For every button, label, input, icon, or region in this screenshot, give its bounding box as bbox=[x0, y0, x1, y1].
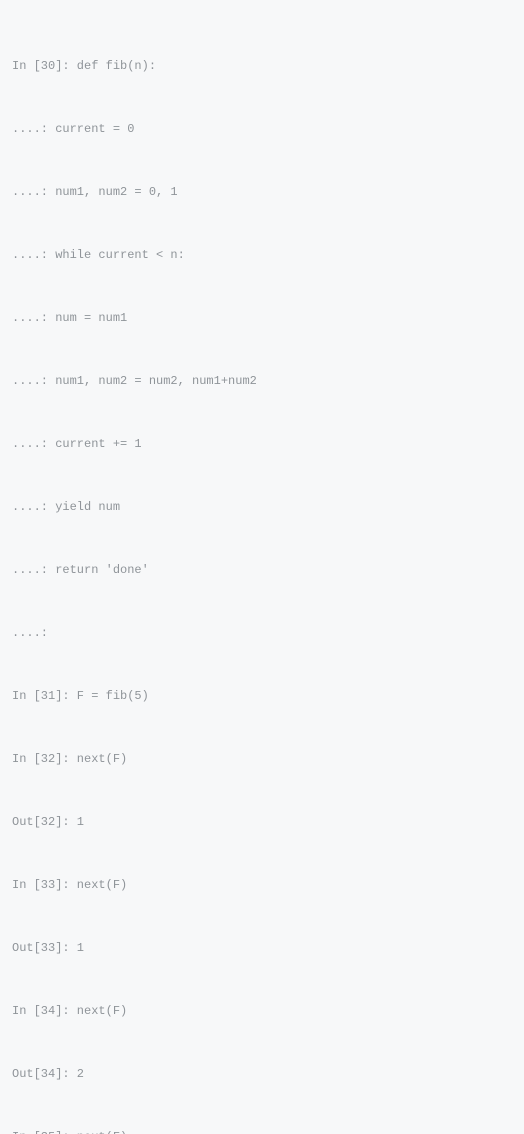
code-line: ....: current += 1 bbox=[12, 434, 512, 455]
code-line: In [31]: F = fib(5) bbox=[12, 686, 512, 707]
code-line: In [33]: next(F) bbox=[12, 875, 512, 896]
code-line: ....: num = num1 bbox=[12, 308, 512, 329]
code-line: In [32]: next(F) bbox=[12, 749, 512, 770]
code-line: In [35]: next(F) bbox=[12, 1127, 512, 1134]
code-block: In [30]: def fib(n): ....: current = 0 .… bbox=[12, 14, 512, 1134]
code-line: In [34]: next(F) bbox=[12, 1001, 512, 1022]
code-line: Out[32]: 1 bbox=[12, 812, 512, 833]
code-line: ....: current = 0 bbox=[12, 119, 512, 140]
code-line: ....: return 'done' bbox=[12, 560, 512, 581]
code-line: Out[34]: 2 bbox=[12, 1064, 512, 1085]
code-line: ....: bbox=[12, 623, 512, 644]
code-line: Out[33]: 1 bbox=[12, 938, 512, 959]
code-line: ....: num1, num2 = 0, 1 bbox=[12, 182, 512, 203]
code-line: In [30]: def fib(n): bbox=[12, 56, 512, 77]
code-line: ....: while current < n: bbox=[12, 245, 512, 266]
code-line: ....: num1, num2 = num2, num1+num2 bbox=[12, 371, 512, 392]
code-line: ....: yield num bbox=[12, 497, 512, 518]
